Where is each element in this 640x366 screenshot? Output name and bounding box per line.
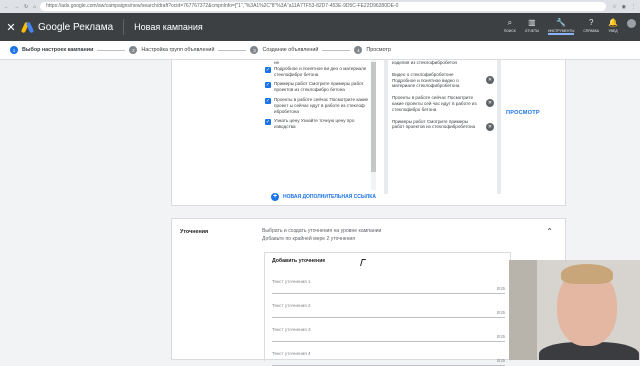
tool-label: ПОИСК: [503, 29, 516, 33]
ads-logo-icon: [20, 21, 35, 33]
help-icon: ?: [588, 18, 594, 27]
remove-icon[interactable]: ✕: [486, 122, 494, 131]
remove-icon[interactable]: ✕: [486, 99, 494, 108]
sitelink-list[interactable]: не ✓ Подробное и понятное ви део о матери…: [265, 60, 376, 194]
add-sitelink-button[interactable]: + НОВАЯ ДОПОЛНИТЕЛЬНАЯ ССЫЛКА: [271, 193, 376, 201]
tools-button[interactable]: 🔧 ИНСТРУМЕНТЫ: [548, 18, 575, 35]
chevron-up-icon[interactable]: ⌃: [546, 227, 553, 236]
step-connector: [322, 49, 351, 51]
add-sitelink-label: НОВАЯ ДОПОЛНИТЕЛЬНАЯ ССЫЛКА: [283, 194, 376, 200]
step-connector: [97, 49, 126, 51]
address-bar[interactable]: https://ads.google.com/aw/campaigns/new/…: [40, 2, 607, 11]
menu-icon[interactable]: ⋮: [631, 4, 636, 10]
browser-toolbar: ← → ↻ ⌂ https://ads.google.com/aw/campai…: [0, 0, 640, 13]
callout-field-3[interactable]: Текст уточнения 3 0/25: [272, 322, 505, 342]
step-campaign-settings[interactable]: 1 Выбор настроек кампании: [10, 46, 93, 54]
home-icon[interactable]: ⌂: [33, 4, 36, 10]
list-item[interactable]: ✓ Подробное и понятное ви део о материале…: [265, 66, 376, 78]
list-item[interactable]: ✓ Примеры работ Смотрите примеры работ пр…: [265, 81, 376, 93]
checkbox-checked-icon[interactable]: ✓: [265, 66, 271, 73]
back-icon[interactable]: ←: [4, 4, 9, 10]
search-button[interactable]: ⌕ ПОИСК: [504, 19, 516, 35]
plus-icon: +: [271, 193, 279, 201]
form-title: Добавить уточнение: [272, 258, 326, 264]
checkbox-checked-icon[interactable]: ✓: [265, 97, 271, 104]
tool-label: СПРАВКА: [583, 29, 600, 33]
add-callout-form: Добавить уточнение Текст уточнения 1 0/25…: [264, 252, 511, 366]
reports-icon: ▥: [528, 18, 536, 27]
list-item[interactable]: ✓ Проекты в работе сейчас Посмотрите каки…: [265, 97, 376, 114]
reload-icon[interactable]: ↻: [24, 4, 28, 10]
section-title: Уточнения: [180, 229, 209, 235]
scrollbar[interactable]: [371, 60, 376, 190]
tool-label: УВЕД: [608, 29, 618, 33]
reports-button[interactable]: ▥ ОТЧЕТЫ: [525, 19, 539, 35]
logo-text: Google Реклама: [38, 21, 114, 33]
remove-icon[interactable]: ✕: [486, 75, 494, 84]
forward-icon[interactable]: →: [14, 4, 19, 10]
search-icon: ⌕: [507, 18, 513, 27]
step-connector: [218, 49, 247, 51]
app-header: ✕ Google Реклама Новая кампания ⌕ ПОИСК ▥…: [0, 13, 640, 41]
preview-link[interactable]: ПРОСМОТР: [506, 110, 540, 116]
extension-icon[interactable]: ◉: [622, 4, 626, 10]
preview-list: изделия из стеклофибробетон Видео о стек…: [388, 60, 497, 194]
google-ads-logo[interactable]: Google Реклама: [20, 19, 125, 35]
avatar[interactable]: [627, 19, 636, 28]
section-description: Выбрать и создать уточнения на уровне ка…: [262, 228, 382, 242]
preview-item: изделия из стеклофибробетон: [392, 60, 458, 65]
wrench-icon: 🔧: [556, 18, 567, 27]
step-create-ads[interactable]: 3 Создание объявлений: [250, 46, 318, 54]
checkbox-checked-icon[interactable]: ✓: [265, 119, 271, 126]
callout-field-2[interactable]: Текст уточнения 2 0/25: [272, 298, 505, 318]
close-icon[interactable]: ✕: [0, 21, 22, 34]
campaign-stepper: 1 Выбор настроек кампании 2 Настройка груп…: [0, 41, 640, 60]
callout-field-4[interactable]: Текст уточнения 4 0/25: [272, 346, 505, 366]
tool-label: ИНСТРУМЕНТЫ: [548, 29, 575, 33]
help-button[interactable]: ? СПРАВКА: [583, 19, 599, 35]
header-tools: ⌕ ПОИСК ▥ ОТЧЕТЫ 🔧 ИНСТРУМЕНТЫ ? СПРАВКА 🔔 УВ…: [504, 19, 640, 35]
preview-item: Проекты в работе сейчас Посмотрите какие…: [392, 95, 494, 112]
preview-item: Примеры работ Смотрите примеры работ про…: [392, 118, 494, 131]
callout-field-1[interactable]: Текст уточнения 1 0/25: [272, 274, 505, 294]
checkbox-checked-icon[interactable]: ✓: [265, 82, 271, 89]
step-review[interactable]: 4 Просмотр: [354, 46, 391, 54]
notifications-button[interactable]: 🔔 УВЕД: [608, 19, 618, 35]
tool-label: ОТЧЕТЫ: [524, 29, 540, 33]
sitelinks-card: не ✓ Подробное и понятное ви део о матери…: [171, 60, 566, 206]
star-icon[interactable]: ☆: [612, 4, 616, 10]
webcam-overlay: [509, 260, 640, 360]
bell-icon: 🔔: [608, 18, 618, 27]
page-title: Новая кампания: [134, 22, 203, 32]
list-item[interactable]: ✓ Узнать цену Узнайте точную цену про изв…: [265, 118, 376, 130]
preview-item: Видео о стеклофибробетоне Подробное и по…: [392, 71, 494, 89]
callouts-card: Уточнения Выбрать и создать уточнения на…: [171, 218, 566, 366]
sitelink-preview: изделия из стеклофибробетон Видео о стек…: [384, 60, 501, 194]
step-ad-groups[interactable]: 2 Настройка групп объявлений: [129, 46, 214, 54]
